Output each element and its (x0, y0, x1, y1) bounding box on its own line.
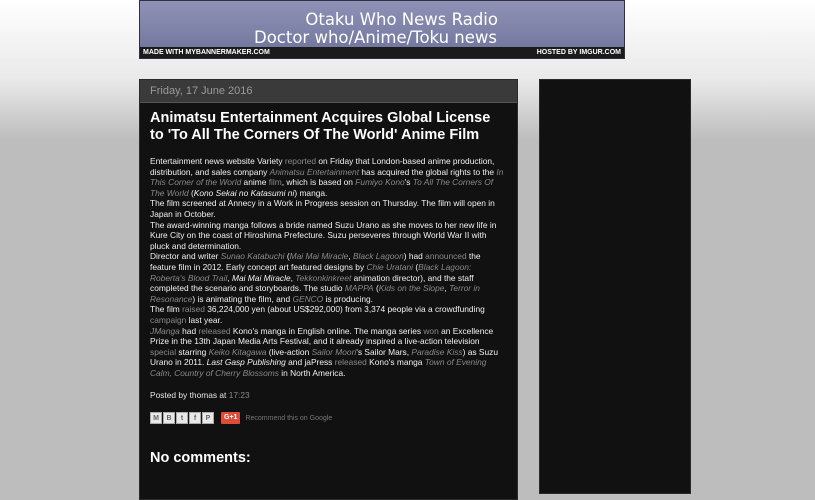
text: 's (404, 177, 413, 188)
text: ) is animating the film, and (192, 293, 293, 304)
link-released[interactable]: released (198, 326, 230, 336)
pinterest-share-icon[interactable]: P (202, 412, 214, 425)
link-announced[interactable]: announced (425, 251, 466, 261)
post-timestamp-link[interactable]: 17:23 (229, 390, 250, 400)
text: Entertainment news website Variety (150, 156, 285, 166)
link-genco[interactable]: GENCO (292, 294, 323, 304)
text: 36,224,000 yen (about US$292,000) from 3… (204, 304, 485, 315)
text: Kono's manga in English online. The mang… (230, 325, 424, 336)
text: Mai Mai Miracle (289, 251, 349, 262)
posted-by-label: Posted by (150, 390, 188, 401)
at-label: at (219, 390, 227, 401)
text: Mai Mai Miracle (231, 272, 291, 283)
post-paragraph: The film raised 36,224,000 yen (about US… (150, 304, 507, 325)
text: Animatsu Entertainment (269, 166, 360, 177)
post-paragraph: Director and writer Sunao Katabuchi (Mai… (150, 251, 507, 304)
link-released-2[interactable]: released (335, 357, 367, 367)
link-jmanga[interactable]: JManga (150, 326, 180, 336)
text: starring (176, 346, 209, 357)
link-sailor-moon[interactable]: Sailor Moon (312, 347, 357, 357)
link-reported[interactable]: reported (285, 156, 316, 166)
twitter-share-icon[interactable]: t (176, 412, 188, 425)
text: Chie Uratani (366, 261, 414, 272)
banner-hosted-by-credit: HOSTED BY IMGUR.COM (536, 49, 621, 56)
text: Last Gasp Publishing (206, 357, 286, 368)
banner-title-line1: Otaku Who News Radio (305, 10, 498, 29)
post-paragraph: The award-winning manga follows a bride … (150, 219, 497, 251)
blogthis-share-icon[interactable]: B (163, 412, 175, 425)
text: had (179, 325, 199, 336)
text: Kono's manga (366, 357, 425, 368)
post-paragraph: The film screened at Annecy in a Work in… (150, 198, 495, 219)
email-share-icon[interactable]: M (150, 412, 162, 425)
header-banner[interactable]: Otaku Who News Radio Doctor who/Anime/To… (139, 0, 625, 59)
banner-credit-strip: MADE WITH MYBANNERMAKER.COM HOSTED BY IM… (140, 47, 624, 58)
text: Sunao Katabuchi (220, 251, 285, 262)
text: ) had (403, 251, 426, 262)
text: ) manga. (294, 187, 328, 198)
banner-title-line2: Doctor who/Anime/Toku news (253, 28, 497, 47)
text: JManga (150, 325, 180, 336)
link-kids-on-the-slope[interactable]: Kids on the Slope (379, 283, 445, 293)
link-mappa[interactable]: MAPPA (345, 283, 374, 293)
manga-japanese-title: Kono Sekai no Katasumi ni (193, 187, 295, 198)
text: , which is based on (281, 177, 356, 188)
link-special[interactable]: special (150, 347, 176, 357)
recommend-text: Recommend this on Google (245, 414, 333, 422)
post-footer: Posted by thomas at 17:23 (150, 390, 507, 400)
text: Director and writer (150, 251, 221, 262)
link-paradise-kiss[interactable]: Paradise Kiss (411, 347, 462, 357)
link-sunao-katabuchi[interactable]: Sunao Katabuchi (221, 251, 285, 261)
author-link[interactable]: thomas (190, 390, 217, 400)
post-body: Entertainment news website Variety repor… (150, 156, 507, 378)
link-mai-mai-miracle[interactable]: Mai Mai Miracle (290, 251, 349, 261)
text: (live-action (266, 346, 312, 357)
facebook-share-icon[interactable]: f (189, 412, 201, 425)
comments-heading: No comments: (150, 450, 251, 467)
text: GENCO (292, 293, 324, 304)
text: MAPPA (344, 283, 374, 294)
text: has acquired the global rights to the (359, 166, 497, 177)
text: The film (150, 304, 183, 315)
text: is producing. (323, 293, 374, 304)
text: Black Lagoon (352, 251, 404, 262)
text: Keiko Kitagawa (208, 346, 267, 357)
post-paragraph: Entertainment news website Variety repor… (150, 156, 507, 198)
text: in North America. (278, 367, 346, 378)
link-tekkonkinkreet[interactable]: Tekkonkinkreet (295, 273, 351, 283)
link-black-lagoon[interactable]: Black Lagoon (353, 251, 404, 261)
link-film[interactable]: film (269, 177, 282, 187)
banner-made-with-credit: MADE WITH MYBANNERMAKER.COM (143, 49, 270, 56)
google-plus-one-button[interactable]: G+1 (221, 412, 241, 425)
text: Kids on the Slope (378, 283, 445, 294)
text: and jaPress (285, 357, 335, 368)
link-keiko-kitagawa[interactable]: Keiko Kitagawa (209, 347, 267, 357)
text: Sailor Moon (311, 346, 357, 357)
text: Tekkonkinkreet (295, 272, 352, 283)
link-fumiyo-kono[interactable]: Fumiyo Kono (355, 177, 404, 187)
link-chie-uratani[interactable]: Chie Uratani (366, 262, 413, 272)
link-animatsu[interactable]: Animatsu Entertainment (270, 167, 359, 177)
text: last year. (186, 314, 223, 325)
blog-post: Animatsu Entertainment Acquires Global L… (140, 110, 517, 466)
text: Paradise Kiss (411, 346, 463, 357)
post-paragraph: JManga had released Kono's manga in Engl… (150, 326, 507, 379)
sidebar (539, 79, 691, 494)
text: anime (241, 177, 269, 188)
post-date: Friday, 17 June 2016 (140, 80, 517, 103)
link-won[interactable]: won (423, 326, 438, 336)
share-buttons: M B t f P G+1 Recommend this on Google (150, 411, 507, 425)
text: 's Sailor Mars, (356, 346, 412, 357)
link-campaign[interactable]: campaign (150, 315, 186, 325)
post-title[interactable]: Animatsu Entertainment Acquires Global L… (150, 110, 507, 144)
text: Fumiyo Kono (355, 177, 405, 188)
main-content: Friday, 17 June 2016 Animatsu Entertainm… (139, 79, 518, 500)
link-raised[interactable]: raised (182, 304, 205, 314)
